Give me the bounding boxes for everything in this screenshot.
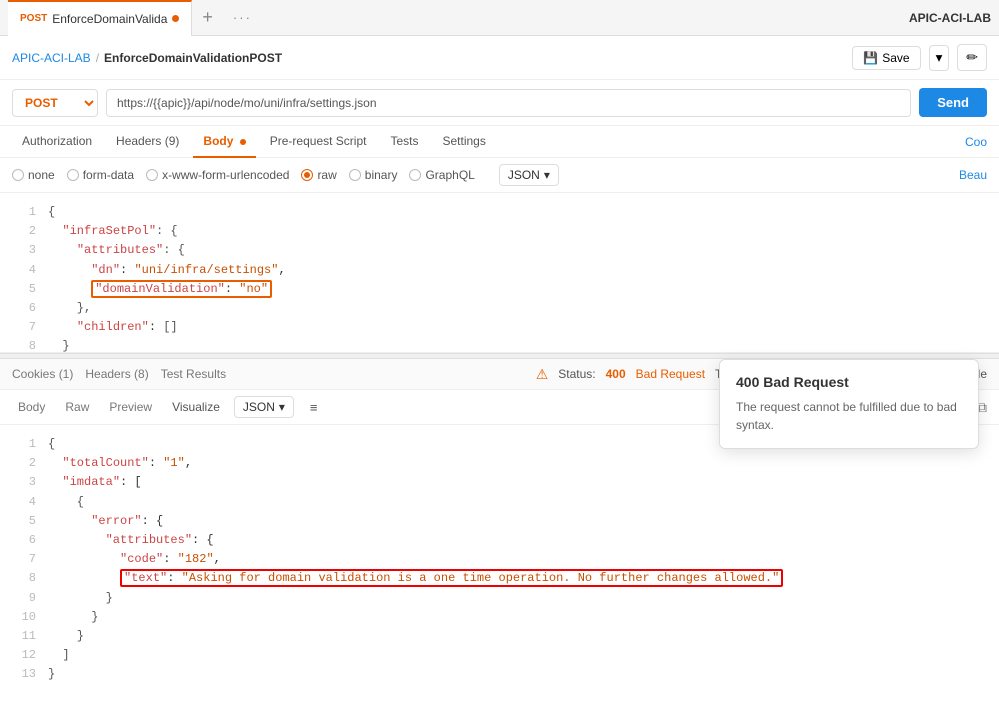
tab-pre-request[interactable]: Pre-request Script <box>260 126 377 158</box>
save-label: Save <box>882 51 909 65</box>
resp-code-line: 13 } <box>0 665 999 684</box>
body-type-raw[interactable]: raw <box>301 168 336 182</box>
active-tab[interactable]: POST EnforceDomainValida <box>8 0 192 36</box>
status-code: 400 <box>606 367 626 381</box>
resp-code-line: 9 } <box>0 589 999 608</box>
tab-dot <box>172 15 179 22</box>
code-line: 7 "children": [] <box>0 318 999 337</box>
code-line: 3 "attributes": { <box>0 241 999 260</box>
tab-method: POST <box>20 13 47 24</box>
body-type-binary-label: binary <box>365 168 398 182</box>
url-input[interactable] <box>106 89 911 117</box>
chevron-down-icon: ▾ <box>936 50 943 65</box>
tab-headers[interactable]: Headers (9) <box>106 126 189 158</box>
resp-code-line: 4 { <box>0 493 999 512</box>
more-tabs-button[interactable]: ··· <box>223 10 262 25</box>
breadcrumb-current: EnforceDomainValidationPOST <box>104 51 282 65</box>
code-line: 6 }, <box>0 299 999 318</box>
radio-none <box>12 169 24 181</box>
status-desc: Bad Request <box>636 367 705 381</box>
resp-tab-test-results[interactable]: Test Results <box>161 365 226 383</box>
body-type-formdata[interactable]: form-data <box>67 168 134 182</box>
resp-format-select[interactable]: JSON ▾ <box>234 396 294 418</box>
response-section: Cookies (1) Headers (8) Test Results ⚠ S… <box>0 359 999 694</box>
save-dropdown-button[interactable]: ▾ <box>929 45 950 71</box>
save-button[interactable]: 💾 Save <box>852 46 920 70</box>
body-type-none-label: none <box>28 168 55 182</box>
send-button[interactable]: Send <box>919 88 987 117</box>
code-line: 8 } <box>0 337 999 353</box>
status-label: Status: <box>558 367 595 381</box>
resp-code-line: 11 } <box>0 627 999 646</box>
resp-view-visualize[interactable]: Visualize <box>166 397 226 417</box>
body-tab-dot <box>240 139 246 145</box>
format-select[interactable]: JSON ▾ <box>499 164 559 186</box>
resp-code-line: 12 ] <box>0 646 999 665</box>
edit-button[interactable]: ✏ <box>957 44 987 71</box>
body-type-urlencoded[interactable]: x-www-form-urlencoded <box>146 168 289 182</box>
breadcrumb-parent[interactable]: APIC-ACI-LAB <box>12 51 91 65</box>
workspace-label: APIC-ACI-LAB <box>909 11 991 25</box>
format-chevron: ▾ <box>544 168 550 182</box>
tab-settings[interactable]: Settings <box>432 126 495 158</box>
radio-formdata <box>67 169 79 181</box>
resp-view-preview[interactable]: Preview <box>103 397 158 417</box>
resp-code-line: 5 "error": { <box>0 512 999 531</box>
resp-code-line: 2 "totalCount": "1", <box>0 454 999 473</box>
body-type-raw-label: raw <box>317 168 336 182</box>
request-body-editor[interactable]: 1 { 2 "infraSetPol": { 3 "attributes": {… <box>0 193 999 353</box>
body-type-urlencoded-label: x-www-form-urlencoded <box>162 168 289 182</box>
tab-name: EnforceDomainValida <box>52 12 167 26</box>
response-body-viewer: 1 { 2 "totalCount": "1", 3 "imdata": [ 4… <box>0 425 999 694</box>
resp-tab-cookies[interactable]: Cookies (1) <box>12 365 73 383</box>
tab-body[interactable]: Body <box>193 126 255 158</box>
body-type-none[interactable]: none <box>12 168 55 182</box>
resp-highlighted-line: 8 "text": "Asking for domain validation … <box>0 569 999 588</box>
resp-format-label: JSON <box>243 400 275 414</box>
breadcrumb: APIC-ACI-LAB / EnforceDomainValidationPO… <box>0 36 999 80</box>
resp-format-chevron: ▾ <box>279 400 285 414</box>
code-line: 1 { <box>0 203 999 222</box>
resp-view-raw[interactable]: Raw <box>59 397 95 417</box>
beautify-label[interactable]: Beau <box>959 168 987 182</box>
resp-code-line: 10 } <box>0 608 999 627</box>
format-label: JSON <box>508 168 540 182</box>
tooltip-popup: 400 Bad Request The request cannot be fu… <box>719 359 979 449</box>
cookies-label[interactable]: Coo <box>965 135 987 149</box>
tooltip-title: 400 Bad Request <box>736 374 962 390</box>
tab-bar: POST EnforceDomainValida + ··· APIC-ACI-… <box>0 0 999 36</box>
status-icon: ⚠ <box>536 366 549 383</box>
tab-authorization[interactable]: Authorization <box>12 126 102 158</box>
resp-code-line: 3 "imdata": [ <box>0 473 999 492</box>
body-type-graphql-label: GraphQL <box>425 168 474 182</box>
code-line: 4 "dn": "uni/infra/settings", <box>0 261 999 280</box>
body-type-formdata-label: form-data <box>83 168 134 182</box>
add-tab-button[interactable]: + <box>192 7 223 28</box>
breadcrumb-actions: 💾 Save ▾ ✏ <box>852 44 987 71</box>
radio-graphql <box>409 169 421 181</box>
edit-icon: ✏ <box>966 49 978 65</box>
method-select[interactable]: POST GET PUT DELETE <box>12 89 98 117</box>
resp-code-line: 6 "attributes": { <box>0 531 999 550</box>
body-type-bar: none form-data x-www-form-urlencoded raw… <box>0 158 999 193</box>
radio-urlencoded <box>146 169 158 181</box>
radio-raw <box>301 169 313 181</box>
filter-icon[interactable]: ≡ <box>310 400 318 415</box>
body-type-binary[interactable]: binary <box>349 168 398 182</box>
url-bar: POST GET PUT DELETE Send <box>0 80 999 126</box>
highlighted-code-line: 5 "domainValidation": "no" <box>0 280 999 299</box>
tooltip-desc: The request cannot be fulfilled due to b… <box>736 398 962 434</box>
radio-binary <box>349 169 361 181</box>
resp-tab-headers[interactable]: Headers (8) <box>85 365 148 383</box>
request-tabs-nav: Authorization Headers (9) Body Pre-reque… <box>0 126 999 158</box>
resp-code-line: 7 "code": "182", <box>0 550 999 569</box>
code-line: 2 "infraSetPol": { <box>0 222 999 241</box>
breadcrumb-separator: / <box>96 51 99 65</box>
tab-tests[interactable]: Tests <box>380 126 428 158</box>
resp-view-body[interactable]: Body <box>12 397 51 417</box>
body-type-graphql[interactable]: GraphQL <box>409 168 474 182</box>
save-icon: 💾 <box>863 51 878 65</box>
